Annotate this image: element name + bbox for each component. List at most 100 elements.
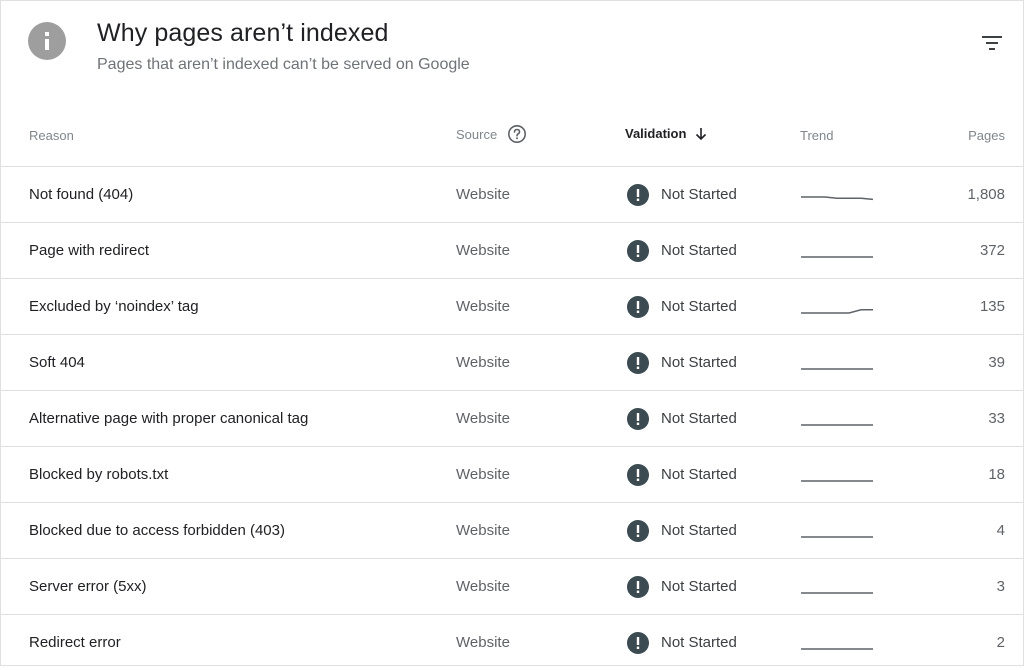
pages-count: 39 [988,354,1005,371]
trend-sparkline [801,591,873,594]
pages-count: 135 [979,298,1005,315]
source-label: Website [456,522,510,539]
reason-cell: Redirect error [29,615,121,670]
trend-cell [800,335,874,390]
reason-cell: Blocked by robots.txt [29,447,168,502]
pages-count: 4 [996,522,1005,539]
validation-cell: Not Started [627,447,737,502]
source-label: Website [456,242,510,259]
trend-cell [800,503,874,558]
validation-cell: Not Started [627,223,737,278]
table-row[interactable]: Alternative page with proper canonical t… [1,391,1023,447]
pages-count: 33 [988,410,1005,427]
trend-cell [800,559,874,614]
reason-label: Blocked due to access forbidden (403) [29,522,285,539]
source-cell: Website [456,335,510,390]
exclamation-circle-icon [627,239,649,262]
exclamation-circle-icon [627,631,649,654]
reason-cell: Page with redirect [29,223,149,278]
table-row[interactable]: Redirect error Website Not Started 2 [1,615,1023,670]
column-header-source[interactable]: Source [456,124,527,144]
table-row[interactable]: Soft 404 Website Not Started 39 [1,335,1023,391]
card-title: Why pages aren’t indexed [97,19,389,47]
pages-cell: 3 [997,559,1005,614]
reason-cell: Excluded by ‘noindex’ tag [29,279,199,334]
indexing-report-card: Why pages aren’t indexed Pages that aren… [0,0,1024,666]
source-cell: Website [456,391,510,446]
source-label: Website [456,298,510,315]
column-header-reason[interactable]: Reason [29,128,74,143]
trend-sparkline [801,195,874,200]
reason-label: Alternative page with proper canonical t… [29,410,309,427]
table-row[interactable]: Server error (5xx) Website Not Started 3 [1,559,1023,615]
pages-cell: 39 [988,335,1005,390]
reason-cell: Server error (5xx) [29,559,147,614]
validation-status: Not Started [661,354,737,371]
trend-sparkline [801,535,873,538]
pages-cell: 33 [988,391,1005,446]
pages-count: 372 [979,242,1005,259]
trend-cell [800,615,874,670]
exclamation-circle-icon [627,351,649,374]
validation-status: Not Started [661,242,737,259]
exclamation-circle-icon [627,295,649,318]
trend-sparkline [801,367,873,370]
validation-cell: Not Started [627,559,737,614]
table-row[interactable]: Page with redirect Website Not Started 3… [1,223,1023,279]
arrow-down-icon[interactable] [694,127,708,141]
card-subtitle: Pages that aren’t indexed can’t be serve… [97,56,470,73]
trend-sparkline [801,647,873,650]
exclamation-circle-icon [627,407,649,430]
table-row[interactable]: Blocked by robots.txt Website Not Starte… [1,447,1023,503]
table-row[interactable]: Excluded by ‘noindex’ tag Website Not St… [1,279,1023,335]
pages-count: 3 [996,578,1005,595]
exclamation-circle-icon [627,463,649,486]
pages-cell: 18 [988,447,1005,502]
reasons-table: Reason Source Validation Trend Pages Not… [1,107,1023,670]
table-header: Reason Source Validation Trend Pages [1,107,1023,167]
info-icon [28,22,66,60]
reason-label: Soft 404 [29,354,85,371]
help-circle-icon[interactable] [507,124,527,144]
column-header-trend: Trend [800,128,834,143]
reason-label: Server error (5xx) [29,578,147,595]
reason-label: Blocked by robots.txt [29,466,169,483]
source-cell: Website [456,615,510,670]
source-cell: Website [456,447,510,502]
pages-count: 1,808 [967,186,1005,203]
validation-cell: Not Started [627,279,737,334]
pages-cell: 4 [997,503,1005,558]
trend-sparkline [801,308,873,314]
validation-status: Not Started [661,186,737,203]
filter-button[interactable] [977,28,1007,58]
table-row[interactable]: Not found (404) Website Not Started 1,80… [1,167,1023,223]
trend-sparkline [801,479,873,482]
source-cell: Website [456,279,510,334]
exclamation-circle-icon [627,575,649,598]
source-label: Website [456,466,510,483]
reason-cell: Blocked due to access forbidden (403) [29,503,285,558]
trend-cell [800,447,874,502]
table-body: Not found (404) Website Not Started 1,80… [1,167,1023,670]
filter-icon [982,36,1002,50]
trend-sparkline [801,255,873,258]
source-label: Website [456,410,510,427]
table-row[interactable]: Blocked due to access forbidden (403) We… [1,503,1023,559]
pages-count: 18 [988,466,1005,483]
reason-label: Excluded by ‘noindex’ tag [29,298,199,315]
pages-cell: 372 [980,223,1005,278]
reason-label: Not found (404) [29,186,134,203]
card-header: Why pages aren’t indexed Pages that aren… [1,1,1023,107]
validation-status: Not Started [661,578,737,595]
column-header-validation[interactable]: Validation [625,126,708,141]
source-label: Website [456,186,510,203]
source-cell: Website [456,559,510,614]
source-cell: Website [456,167,510,222]
reason-cell: Alternative page with proper canonical t… [29,391,308,446]
validation-cell: Not Started [627,503,737,558]
trend-cell [800,391,874,446]
trend-cell [800,167,874,222]
source-label: Website [456,354,510,371]
column-header-pages[interactable]: Pages [968,128,1005,143]
validation-status: Not Started [661,466,737,483]
